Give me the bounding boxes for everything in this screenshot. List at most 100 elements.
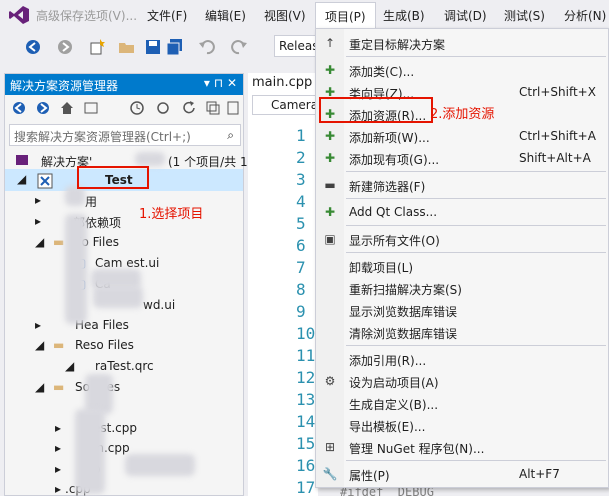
menu-item-add-qt-class[interactable]: ✚ Add Qt Class... — [316, 201, 608, 223]
window-title: 高级保存选项(V)... — [36, 9, 138, 23]
switch-view-icon[interactable] — [83, 100, 99, 116]
line-number: 5 — [296, 214, 306, 233]
line-number: 4 — [296, 192, 306, 211]
menu-item-label: 卸载项目(L) — [349, 261, 414, 275]
tree-row[interactable]: ◢▬So Files — [5, 376, 243, 398]
forward-icon[interactable] — [56, 38, 74, 56]
solution-explorer-title: 解决方案资源管理器 — [10, 79, 119, 93]
tree-row[interactable]: ▸ Hea Files — [5, 314, 243, 336]
folder-icon: ▬ — [53, 338, 65, 352]
menu-item-add-reference[interactable]: 添加引用(R)... — [316, 348, 608, 370]
menu-analyze[interactable]: 分析(N) — [564, 7, 606, 24]
add-new-item-icon: ✚ — [324, 129, 336, 143]
menu-item-wrench[interactable]: 🔧 属性(P) Alt+F7 — [316, 463, 608, 485]
expand-arrow-icon[interactable]: ◢ — [35, 338, 44, 352]
expand-arrow-icon[interactable]: ▸ — [55, 441, 61, 455]
collapse-all-icon[interactable] — [205, 100, 221, 116]
save-all-icon[interactable] — [166, 38, 184, 56]
undo-icon[interactable] — [198, 38, 216, 56]
tree-row[interactable]: ◢ raTest.qrc — [5, 355, 243, 377]
tree-row[interactable]: ▸ .cpp — [5, 478, 243, 496]
line-number: 13 — [296, 390, 316, 409]
export-template-icon — [322, 417, 338, 433]
menu-item-clear-db-errors[interactable]: 清除浏览数据库错误 — [316, 321, 608, 343]
save-icon[interactable] — [144, 38, 162, 56]
menu-file[interactable]: 文件(F) — [147, 7, 187, 24]
menu-test[interactable]: 测试(S) — [504, 7, 545, 24]
tree-row[interactable]: ▸ in.cpp — [5, 437, 243, 459]
history-icon[interactable] — [129, 100, 145, 116]
menu-item-gear[interactable]: ⚙ 设为启动项目(A) — [316, 370, 608, 392]
tree-row[interactable]: ◢ ▬ Reso Files — [5, 334, 243, 356]
menu-debug[interactable]: 调试(D) — [444, 7, 487, 24]
solution-count: (1 个项目/共 1 — [168, 155, 248, 169]
redo-icon[interactable] — [230, 38, 248, 56]
expand-arrow-icon[interactable]: ▸ — [35, 318, 41, 332]
pane-control-icons[interactable]: ▾ ⊓ ✕ — [204, 76, 237, 90]
show-all-files-icon[interactable] — [225, 100, 241, 116]
menu-view[interactable]: 视图(V) — [264, 7, 306, 24]
tree-row[interactable]: ▸ 用 — [5, 189, 243, 211]
menu-item-label: 添加新项(W)... — [349, 131, 430, 145]
menu-item-retarget[interactable]: ↑ 重定目标解决方案 — [316, 32, 608, 54]
editor-navigation-box[interactable]: Camera — [252, 95, 322, 115]
expand-arrow-icon[interactable]: ▸ — [35, 214, 41, 228]
menu-separator — [346, 252, 606, 253]
expand-arrow-icon[interactable]: ◢ — [65, 359, 74, 373]
menu-item-show-db-errors[interactable]: 显示浏览数据库错误 — [316, 299, 608, 321]
line-number: 2 — [296, 148, 306, 167]
expand-arrow-icon[interactable]: ◢ — [17, 172, 26, 186]
menu-build[interactable]: 生成(B) — [383, 7, 425, 24]
back-icon[interactable] — [24, 38, 42, 56]
sync-icon[interactable] — [155, 100, 171, 116]
menu-item-label: 生成自定义(B)... — [349, 398, 439, 412]
open-folder-icon[interactable] — [118, 38, 136, 56]
menu-item-export-template[interactable]: 导出模板(E)... — [316, 414, 608, 436]
expand-arrow-icon[interactable]: ◢ — [35, 380, 44, 394]
menu-item-add-new-item[interactable]: ✚ 添加新项(W)... Ctrl+Shift+A — [316, 125, 608, 147]
menu-separator — [346, 225, 606, 226]
menu-item-build-custom[interactable]: 生成自定义(B)... — [316, 392, 608, 414]
tree-row[interactable]: ◢ ▬ Fo Files — [5, 231, 243, 253]
redacted-area — [93, 286, 143, 308]
solution-config-select[interactable]: Releas — [274, 35, 318, 57]
expand-arrow-icon[interactable]: ▸ — [55, 482, 61, 496]
search-placeholder: 搜索解决方案资源管理器(Ctrl+;) — [14, 130, 191, 144]
menu-item-shortcut: Shift+Alt+A — [519, 151, 591, 165]
menu-project[interactable]: 项目(P) — [315, 2, 376, 30]
back-icon[interactable] — [11, 100, 27, 116]
menu-edit[interactable]: 编辑(E) — [205, 7, 246, 24]
refresh-icon[interactable] — [181, 100, 197, 116]
menu-item-new-filter[interactable]: ▬ 新建筛选器(F) — [316, 174, 608, 196]
redacted-area — [65, 214, 87, 324]
tree-row[interactable]: ▸ p — [5, 458, 243, 480]
code-editor[interactable] — [248, 73, 318, 496]
project-icon — [37, 173, 53, 189]
expand-arrow-icon[interactable]: ▸ — [55, 421, 61, 435]
menu-item-rescan[interactable]: 重新扫描解决方案(S) — [316, 277, 608, 299]
expand-arrow-icon[interactable]: ▸ — [35, 193, 41, 207]
expand-arrow-icon[interactable]: ◢ — [35, 235, 44, 249]
home-icon[interactable] — [59, 100, 75, 116]
menu-item-label: 添加现有项(G)... — [349, 153, 440, 167]
tree-row[interactable]: ▸ 部依赖项 — [5, 210, 243, 232]
expand-arrow-icon[interactable]: ▸ — [55, 462, 61, 476]
menu-bar: 高级保存选项(V)... 文件(F) 编辑(E) 视图(V) 项目(P) 生成(… — [0, 0, 609, 30]
redacted-area — [65, 186, 85, 206]
forward-icon[interactable] — [35, 100, 51, 116]
line-number: 11 — [296, 346, 316, 365]
line-number: 17 — [296, 478, 316, 496]
menu-item-nuget[interactable]: ⊞ 管理 NuGet 程序包(N)... — [316, 436, 608, 458]
editor-tab-main-cpp[interactable]: main.cpp — [252, 75, 312, 90]
menu-item-add-class[interactable]: ✚ 添加类(C)... — [316, 59, 608, 81]
solution-explorer-toolbar — [5, 95, 243, 122]
show-db-errors-icon — [322, 302, 338, 318]
tree-row[interactable]: ▸ est.cpp — [5, 417, 243, 439]
solution-explorer-search-input[interactable]: 搜索解决方案资源管理器(Ctrl+;) ⌕ — [9, 124, 241, 146]
menu-item-add-existing-item[interactable]: ✚ 添加现有项(G)... Shift+Alt+A — [316, 147, 608, 169]
new-project-icon[interactable] — [88, 38, 106, 56]
menu-item-unload-project[interactable]: 卸载项目(L) — [316, 255, 608, 277]
menu-item-show-all-files[interactable]: ▣ 显示所有文件(O) — [316, 228, 608, 250]
menu-item-label: 重新扫描解决方案(S) — [349, 283, 462, 297]
menu-item-label: 清除浏览数据库错误 — [349, 327, 458, 341]
